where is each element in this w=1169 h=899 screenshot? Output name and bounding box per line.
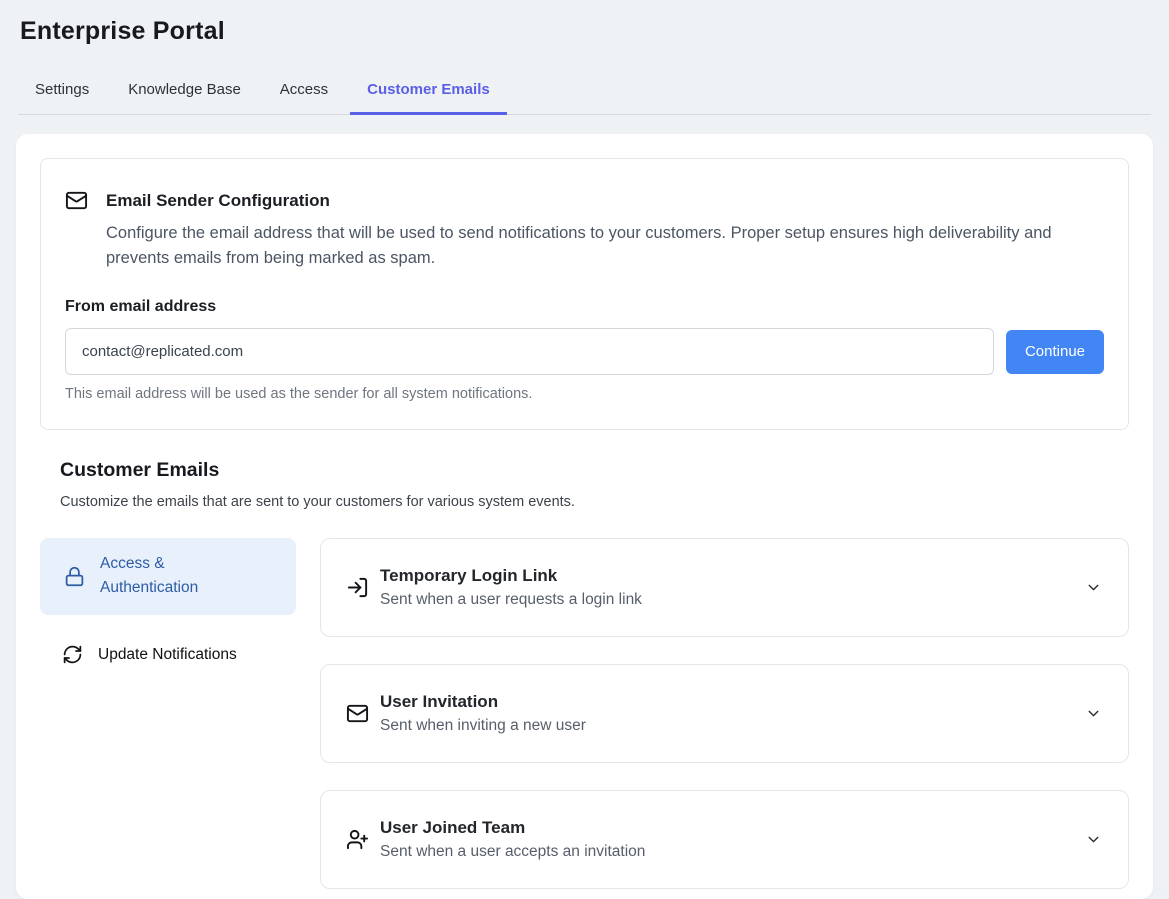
from-email-label: From email address xyxy=(65,298,1104,316)
tab-access[interactable]: Access xyxy=(263,71,345,115)
chevron-down-icon[interactable] xyxy=(1085,579,1102,596)
email-helper-text: This email address will be used as the s… xyxy=(65,386,1104,402)
chevron-down-icon[interactable] xyxy=(1085,831,1102,848)
page-title: Enterprise Portal xyxy=(20,17,1149,46)
template-title: Temporary Login Link xyxy=(380,566,642,586)
email-input-row: Continue xyxy=(65,328,1104,375)
template-title: User Invitation xyxy=(380,692,586,712)
customer-emails-panel: Email Sender Configuration Configure the… xyxy=(16,134,1153,899)
sidebar-item-access-authentication[interactable]: Access & Authentication xyxy=(40,538,296,614)
from-email-input[interactable] xyxy=(65,328,994,375)
log-in-icon xyxy=(346,576,369,599)
template-subtitle: Sent when inviting a new user xyxy=(380,717,586,735)
template-text: Temporary Login Link Sent when a user re… xyxy=(380,566,642,609)
tab-settings[interactable]: Settings xyxy=(18,71,106,115)
sidebar-item-label: Update Notifications xyxy=(98,643,237,667)
tab-customer-emails[interactable]: Customer Emails xyxy=(350,71,507,115)
user-plus-icon xyxy=(346,828,369,851)
sidebar-item-update-notifications[interactable]: Update Notifications xyxy=(40,633,296,677)
template-temporary-login-link[interactable]: Temporary Login Link Sent when a user re… xyxy=(320,538,1129,637)
config-card-title: Email Sender Configuration xyxy=(106,191,330,211)
refresh-icon xyxy=(62,644,83,665)
mail-icon xyxy=(65,189,88,212)
config-card-header: Email Sender Configuration xyxy=(65,189,1104,212)
customer-emails-grid: Access & Authentication Update Notificat… xyxy=(40,538,1129,889)
template-subtitle: Sent when a user requests a login link xyxy=(380,591,642,609)
email-template-list: Temporary Login Link Sent when a user re… xyxy=(320,538,1129,889)
tab-bar: Settings Knowledge Base Access Customer … xyxy=(18,71,1151,115)
email-sender-configuration-card: Email Sender Configuration Configure the… xyxy=(40,158,1129,430)
chevron-down-icon[interactable] xyxy=(1085,705,1102,722)
lock-icon xyxy=(64,566,85,587)
template-title: User Joined Team xyxy=(380,818,645,838)
email-category-sidebar: Access & Authentication Update Notificat… xyxy=(40,538,296,676)
tab-knowledge-base[interactable]: Knowledge Base xyxy=(111,71,258,115)
mail-icon xyxy=(346,702,369,725)
config-card-description: Configure the email address that will be… xyxy=(106,221,1081,271)
template-user-invitation[interactable]: User Invitation Sent when inviting a new… xyxy=(320,664,1129,763)
customer-emails-section-title: Customer Emails xyxy=(60,459,1129,482)
customer-emails-section-description: Customize the emails that are sent to yo… xyxy=(60,494,1129,510)
template-text: User Joined Team Sent when a user accept… xyxy=(380,818,645,861)
template-subtitle: Sent when a user accepts an invitation xyxy=(380,843,645,861)
sidebar-item-label: Access & Authentication xyxy=(100,552,235,600)
page-header: Enterprise Portal xyxy=(0,0,1169,46)
template-user-joined-team[interactable]: User Joined Team Sent when a user accept… xyxy=(320,790,1129,889)
continue-button[interactable]: Continue xyxy=(1006,330,1104,374)
template-text: User Invitation Sent when inviting a new… xyxy=(380,692,586,735)
